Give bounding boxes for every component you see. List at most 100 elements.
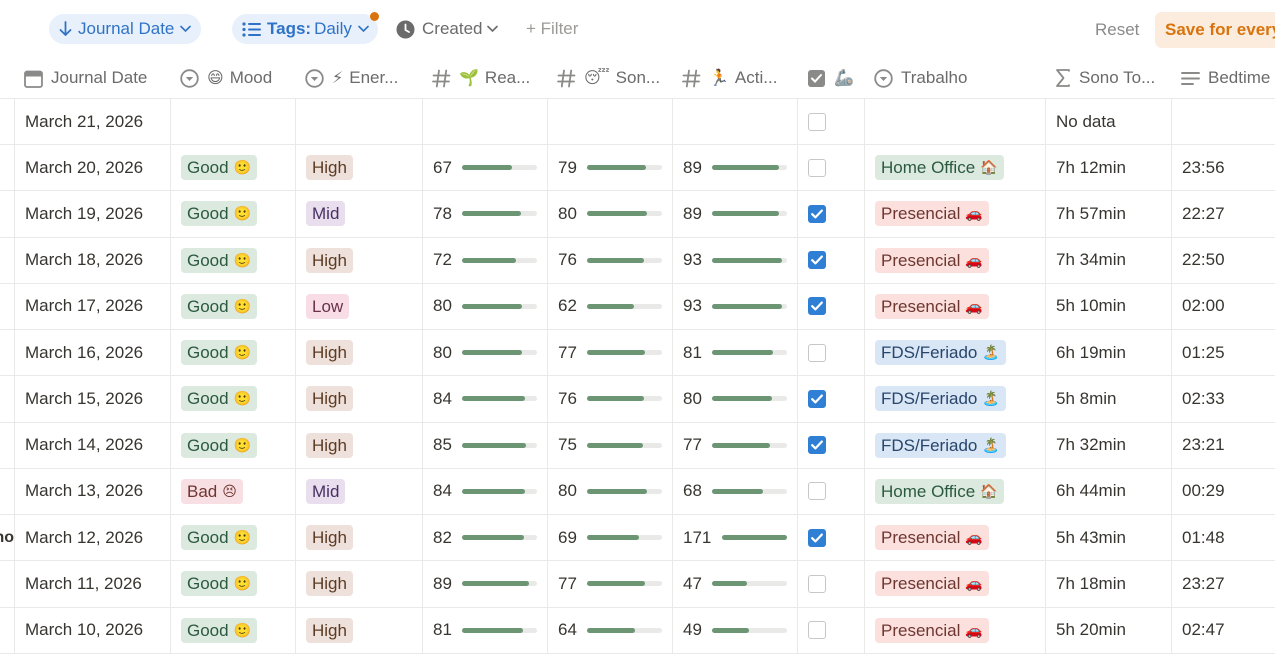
add-filter-button[interactable]: + Filter	[526, 14, 578, 44]
sono-total-cell[interactable]: 7h 34min	[1045, 237, 1171, 283]
sono-score-cell[interactable]: 77	[547, 330, 672, 376]
energy-cell[interactable]: High	[295, 561, 422, 607]
rea-cell[interactable]: 80	[422, 330, 547, 376]
column-header-sono-total[interactable]: Sono To...	[1055, 58, 1171, 98]
energy-cell[interactable]: Low	[295, 283, 422, 329]
sono-score-cell[interactable]: 76	[547, 376, 672, 422]
rea-cell[interactable]: 81	[422, 607, 547, 653]
trabalho-cell[interactable]: Presencial 🚗	[864, 191, 1045, 237]
bedtime-cell[interactable]: 23:56	[1171, 145, 1275, 191]
trabalho-cell[interactable]: Presencial 🚗	[864, 515, 1045, 561]
journal-date-cell[interactable]: March 15, 2026	[14, 376, 170, 422]
mood-cell[interactable]: Good 🙂	[170, 561, 295, 607]
checkbox-cell[interactable]	[797, 99, 864, 144]
tags-filter-pill[interactable]: Tags: Daily	[232, 14, 378, 44]
save-for-everyone-button[interactable]: Save for everyone	[1155, 12, 1275, 48]
sono-total-cell[interactable]: 7h 32min	[1045, 422, 1171, 468]
activity-cell[interactable]: 89	[672, 191, 797, 237]
journal-date-cell[interactable]: March 18, 2026	[14, 237, 170, 283]
rea-cell[interactable]: 78	[422, 191, 547, 237]
journal-date-cell[interactable]: March 12, 2026	[14, 515, 170, 561]
mood-cell[interactable]: Good 🙂	[170, 330, 295, 376]
rea-cell[interactable]: 67	[422, 145, 547, 191]
row-checkbox[interactable]	[808, 158, 826, 177]
checkbox-cell[interactable]	[797, 376, 864, 422]
sono-total-cell[interactable]: 5h 20min	[1045, 607, 1171, 653]
mood-cell[interactable]: Good 🙂	[170, 607, 295, 653]
bedtime-cell[interactable]: 23:21	[1171, 422, 1275, 468]
bedtime-cell[interactable]: 02:47	[1171, 607, 1275, 653]
table-row[interactable]: March 11, 2026 Good 🙂 High 89 77 47 Presencial 🚗…	[0, 561, 1275, 608]
activity-cell[interactable]: 93	[672, 283, 797, 329]
sono-score-cell[interactable]	[547, 99, 672, 144]
trabalho-cell[interactable]: FDS/Feriado 🏝️	[864, 422, 1045, 468]
bedtime-cell[interactable]: 02:00	[1171, 283, 1275, 329]
checkbox-cell[interactable]	[797, 145, 864, 191]
sono-total-cell[interactable]: 6h 44min	[1045, 468, 1171, 514]
energy-cell[interactable]: Mid	[295, 191, 422, 237]
trabalho-cell[interactable]	[864, 99, 1045, 144]
checkbox-cell[interactable]	[797, 515, 864, 561]
table-row[interactable]: March 17, 2026 Good 🙂 Low 80 62 93 Presencial 🚗 5…	[0, 283, 1275, 330]
row-checkbox[interactable]	[808, 343, 826, 362]
mood-cell[interactable]: Good 🙂	[170, 422, 295, 468]
trabalho-cell[interactable]: Home Office 🏠	[864, 145, 1045, 191]
sono-score-cell[interactable]: 62	[547, 283, 672, 329]
checkbox-cell[interactable]	[797, 468, 864, 514]
trabalho-cell[interactable]: Presencial 🚗	[864, 561, 1045, 607]
row-checkbox[interactable]	[808, 204, 826, 223]
activity-cell[interactable]	[672, 99, 797, 144]
energy-cell[interactable]: High	[295, 237, 422, 283]
sono-score-cell[interactable]: 69	[547, 515, 672, 561]
row-checkbox[interactable]	[808, 389, 826, 408]
bedtime-cell[interactable]	[1171, 99, 1275, 144]
rea-cell[interactable]: 82	[422, 515, 547, 561]
table-row[interactable]: March 18, 2026 Good 🙂 High 72 76 93 Presencial 🚗…	[0, 237, 1275, 284]
bedtime-cell[interactable]: 22:50	[1171, 237, 1275, 283]
sort-pill[interactable]: Journal Date	[49, 14, 201, 44]
column-header-activity[interactable]: 🏃 Acti...	[682, 58, 797, 98]
rea-cell[interactable]: 84	[422, 468, 547, 514]
sono-total-cell[interactable]: 7h 57min	[1045, 191, 1171, 237]
column-header-trabalho[interactable]: Trabalho	[874, 58, 1045, 98]
mood-cell[interactable]: Good 🙂	[170, 376, 295, 422]
row-checkbox[interactable]	[808, 621, 826, 640]
rea-cell[interactable]: 85	[422, 422, 547, 468]
checkbox-cell[interactable]	[797, 422, 864, 468]
sono-total-cell[interactable]: 5h 43min	[1045, 515, 1171, 561]
trabalho-cell[interactable]: FDS/Feriado 🏝️	[864, 376, 1045, 422]
table-row[interactable]: March 14, 2026 Good 🙂 High 85 75 77 FDS/Feriado…	[0, 422, 1275, 469]
energy-cell[interactable]: Mid	[295, 468, 422, 514]
energy-cell[interactable]: High	[295, 515, 422, 561]
table-row[interactable]: March 16, 2026 Good 🙂 High 80 77 81 FDS/Feriado…	[0, 330, 1275, 377]
trabalho-cell[interactable]: Presencial 🚗	[864, 607, 1045, 653]
mood-cell[interactable]: Good 🙂	[170, 237, 295, 283]
mood-cell[interactable]: Good 🙂	[170, 145, 295, 191]
mood-cell[interactable]	[170, 99, 295, 144]
sono-score-cell[interactable]: 80	[547, 468, 672, 514]
column-header-energy[interactable]: ⚡ Ener...	[305, 58, 422, 98]
sono-total-cell[interactable]: 5h 10min	[1045, 283, 1171, 329]
trabalho-cell[interactable]: Home Office 🏠	[864, 468, 1045, 514]
journal-date-cell[interactable]: March 13, 2026	[14, 468, 170, 514]
sono-score-cell[interactable]: 80	[547, 191, 672, 237]
bedtime-cell[interactable]: 01:25	[1171, 330, 1275, 376]
row-checkbox[interactable]	[808, 528, 826, 547]
activity-cell[interactable]: 89	[672, 145, 797, 191]
column-header-sono[interactable]: 😴 Son...	[557, 58, 672, 98]
energy-cell[interactable]: High	[295, 145, 422, 191]
activity-cell[interactable]: 93	[672, 237, 797, 283]
checkbox-cell[interactable]	[797, 283, 864, 329]
activity-cell[interactable]: 77	[672, 422, 797, 468]
row-checkbox[interactable]	[808, 251, 826, 270]
mood-cell[interactable]: Good 🙂	[170, 191, 295, 237]
mood-cell[interactable]: Good 🙂	[170, 515, 295, 561]
sono-score-cell[interactable]: 77	[547, 561, 672, 607]
reset-button[interactable]: Reset	[1095, 14, 1139, 46]
checkbox-cell[interactable]	[797, 237, 864, 283]
row-checkbox[interactable]	[808, 482, 826, 501]
column-header-checkbox[interactable]: 🦾	[807, 58, 864, 98]
rea-cell[interactable]: 80	[422, 283, 547, 329]
table-row[interactable]: March 13, 2026 Bad 😣 Mid 84 80 68 Home Office 🏠 6…	[0, 468, 1275, 515]
rea-cell[interactable]: 84	[422, 376, 547, 422]
